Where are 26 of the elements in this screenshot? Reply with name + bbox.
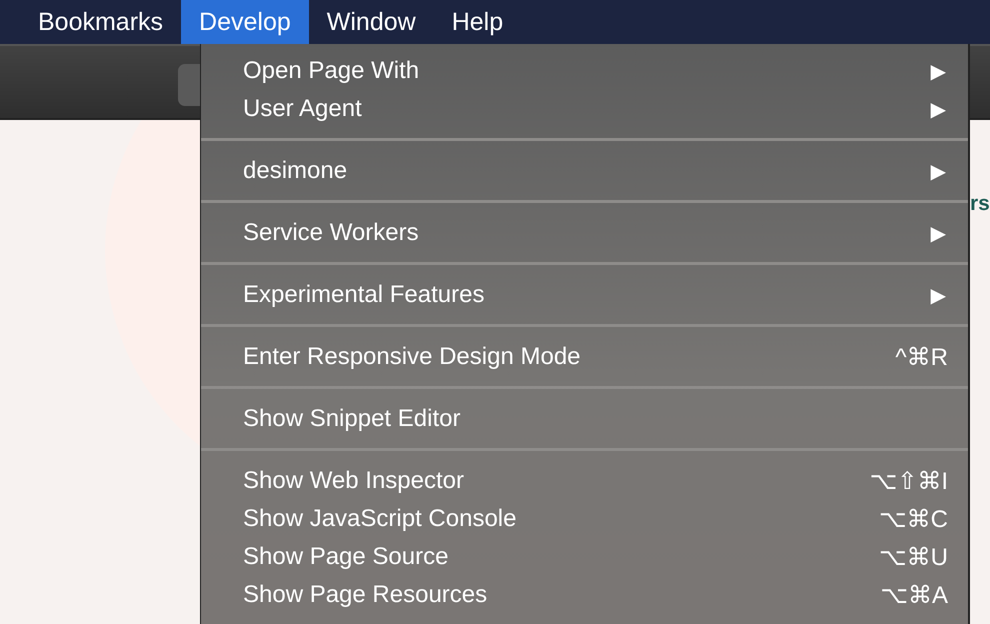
menu-item[interactable]: User Agent ▶: [201, 90, 968, 128]
menu-bar-item[interactable]: Window: [308, 0, 434, 44]
menu-item[interactable]: Show JavaScript Console ⌥⌘C: [201, 500, 968, 538]
menu-item[interactable]: Service Workers ▶: [201, 214, 968, 252]
menu-item[interactable]: desimone ▶: [201, 152, 968, 190]
keyboard-shortcut: ⌥⌘U: [879, 542, 948, 572]
menu-bar-item[interactable]: Help: [434, 0, 522, 44]
keyboard-shortcut: ⌥⌘A: [880, 580, 948, 610]
menu-bar-item[interactable]: Bookmarks: [20, 0, 182, 44]
menu-item[interactable]: Show Page Source ⌥⌘U: [201, 538, 968, 576]
submenu-arrow: ▶: [930, 222, 946, 246]
submenu-arrow: ▶: [930, 160, 946, 184]
keyboard-shortcut: ⌥⌘C: [879, 504, 948, 534]
menu-item[interactable]: Experimental Features ▶: [201, 276, 968, 314]
menu-item[interactable]: Show Web Inspector ⌥⇧⌘I: [201, 462, 968, 500]
keyboard-shortcut: ^⌘R: [895, 342, 948, 372]
submenu-arrow: ▶: [930, 284, 946, 308]
keyboard-shortcut: ⌥⇧⌘I: [870, 466, 948, 496]
submenu-arrow: ▶: [930, 60, 946, 84]
menu-item[interactable]: Show Snippet Editor: [201, 400, 968, 438]
menu-item[interactable]: Enter Responsive Design Mode ^⌘R: [201, 338, 968, 376]
menu-bar-item[interactable]: Develop: [181, 0, 309, 44]
page-text: rs: [970, 192, 990, 216]
menu-item[interactable]: Open Page With ▶: [201, 52, 968, 90]
menu-item[interactable]: Show Page Resources ⌥⌘A: [201, 576, 968, 614]
submenu-arrow: ▶: [930, 98, 946, 122]
